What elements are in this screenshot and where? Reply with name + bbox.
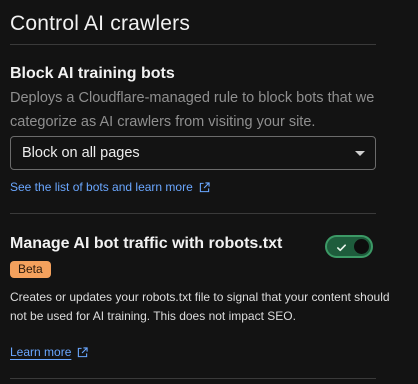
block-mode-select-value: Block on all pages bbox=[22, 145, 140, 161]
robots-toggle[interactable] bbox=[325, 235, 373, 258]
block-bots-description: Deploys a Cloudflare-managed rule to blo… bbox=[10, 90, 375, 130]
robots-heading: Manage AI bot traffic with robots.txt bbox=[10, 235, 283, 252]
bots-list-link-text: See the list of bots and learn more bbox=[10, 180, 193, 194]
beta-badge: Beta bbox=[10, 261, 51, 278]
external-link-icon bbox=[199, 181, 210, 193]
page-title: Control AI crawlers bbox=[10, 12, 191, 35]
learn-more-link[interactable]: Learn more bbox=[10, 345, 89, 359]
ai-crawlers-panel: Control AI crawlers Block AI training bo… bbox=[0, 0, 418, 384]
robots-description: Creates or updates your robots.txt file … bbox=[10, 290, 390, 323]
block-bots-heading: Block AI training bots bbox=[10, 65, 175, 82]
external-link-icon bbox=[77, 346, 89, 358]
toggle-knob bbox=[354, 239, 369, 254]
learn-more-link-text: Learn more bbox=[10, 345, 72, 359]
check-icon bbox=[336, 240, 347, 258]
section-divider bbox=[10, 213, 376, 214]
title-divider bbox=[10, 44, 376, 45]
bottom-divider bbox=[10, 378, 376, 379]
bots-list-link[interactable]: See the list of bots and learn more bbox=[10, 180, 210, 194]
block-mode-select[interactable]: Block on all pages bbox=[10, 136, 376, 170]
chevron-down-icon bbox=[355, 151, 365, 156]
